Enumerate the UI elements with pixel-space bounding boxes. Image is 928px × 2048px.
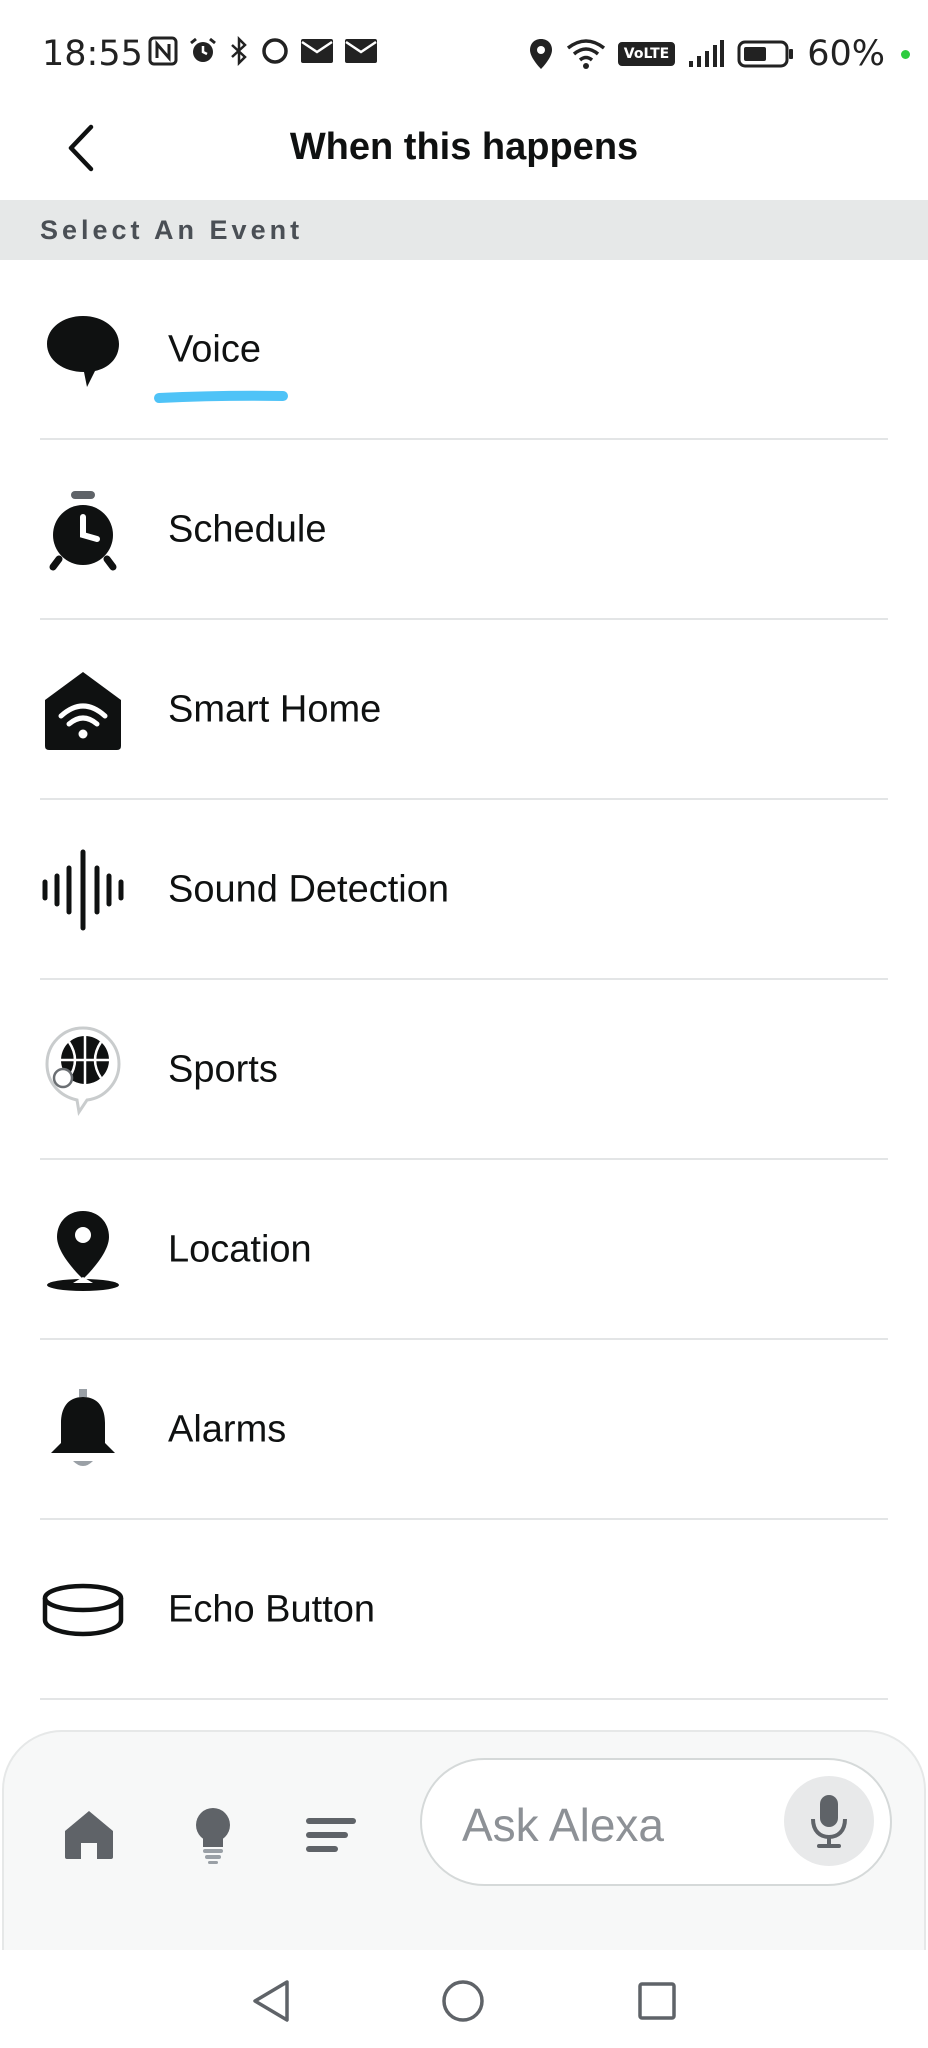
event-item-voice[interactable]: Voice <box>0 260 928 440</box>
nfc-icon <box>148 36 178 66</box>
mail-icon <box>345 39 377 63</box>
event-label: Alarms <box>168 1408 287 1451</box>
sound-wave-icon <box>40 847 126 933</box>
event-label: Smart Home <box>168 688 382 731</box>
speech-bubble-icon <box>40 307 126 393</box>
ask-alexa-placeholder: Ask Alexa <box>462 1799 664 1851</box>
event-item-location[interactable]: Location <box>0 1160 928 1340</box>
battery-percent: 60% <box>807 34 885 74</box>
event-item-sports[interactable]: Sports <box>0 980 928 1160</box>
circle-icon <box>262 38 288 64</box>
triangle-back-icon <box>253 1980 289 2022</box>
status-notification-icons <box>148 36 378 66</box>
bluetooth-icon <box>231 36 247 66</box>
event-label: Schedule <box>168 508 327 551</box>
status-system-icons: VoLTE 60% <box>528 34 910 74</box>
system-home-button[interactable] <box>438 1976 488 2026</box>
event-label: Sports <box>168 1048 278 1091</box>
battery-icon <box>737 40 794 68</box>
alarm-icon <box>190 37 216 62</box>
volte-icon: VoLTE <box>617 42 676 66</box>
ask-alexa-bar[interactable]: Ask Alexa <box>420 1758 892 1886</box>
event-item-sound-detection[interactable]: Sound Detection <box>0 800 928 980</box>
divider <box>40 1698 888 1700</box>
event-item-schedule[interactable]: Schedule <box>0 440 928 620</box>
sports-ball-icon <box>40 1026 126 1116</box>
list-icon[interactable] <box>296 1800 366 1870</box>
event-item-alarms[interactable]: Alarms <box>0 1340 928 1520</box>
privacy-indicator-dot <box>901 49 910 59</box>
location-pin-icon <box>40 1207 126 1293</box>
mail-icon <box>301 39 333 63</box>
signal-icon <box>689 40 725 67</box>
system-nav-bar <box>0 1950 928 2048</box>
alarm-clock-icon <box>40 487 126 573</box>
echo-button-icon <box>40 1567 126 1653</box>
app-header: When this happens <box>0 100 928 200</box>
voice-underline <box>154 390 288 403</box>
system-back-button[interactable] <box>246 1976 296 2026</box>
event-label: Location <box>168 1228 312 1271</box>
location-icon <box>529 39 552 69</box>
bottom-nav: Ask Alexa <box>2 1730 926 1950</box>
section-label: Select An Event <box>40 215 304 245</box>
circle-home-icon <box>442 1980 484 2022</box>
home-icon[interactable] <box>54 1800 124 1870</box>
microphone-button[interactable] <box>784 1776 874 1866</box>
microphone-icon <box>811 1795 847 1848</box>
wifi-icon <box>566 39 605 69</box>
lightbulb-icon[interactable] <box>178 1800 248 1870</box>
event-item-echo-button[interactable]: Echo Button <box>0 1520 928 1700</box>
section-header: Select An Event <box>0 200 928 260</box>
status-time: 18:55 <box>42 34 143 74</box>
square-recents-icon <box>638 1982 676 2020</box>
event-label: Echo Button <box>168 1588 376 1631</box>
page-title: When this happens <box>289 126 639 168</box>
event-list: Voice Schedule Smart Home Sound Detectio… <box>0 260 928 1700</box>
event-label: Sound Detection <box>168 868 449 911</box>
bell-icon <box>40 1387 126 1473</box>
event-item-smart-home[interactable]: Smart Home <box>0 620 928 800</box>
event-label: Voice <box>168 328 261 371</box>
system-recents-button[interactable] <box>632 1976 682 2026</box>
status-bar: 18:55 VoLTE 60% <box>0 0 928 110</box>
smart-home-icon <box>40 667 126 753</box>
